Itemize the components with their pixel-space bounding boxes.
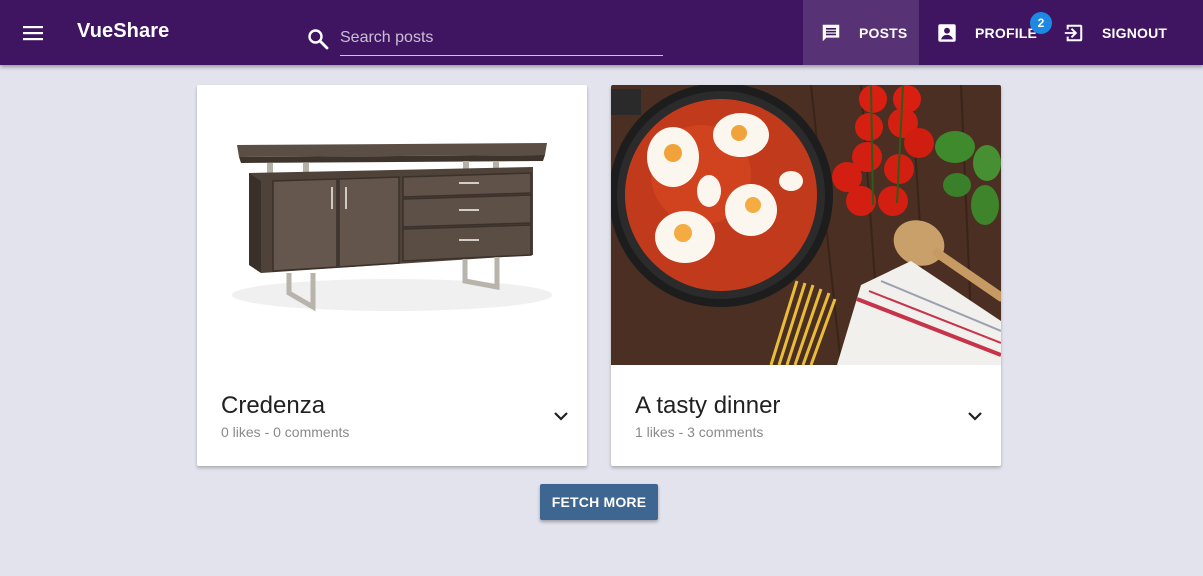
post-card[interactable]: Credenza 0 likes - 0 comments: [197, 85, 587, 466]
nav-posts-button[interactable]: POSTS: [803, 0, 919, 65]
app-toolbar: VueShare POSTS PROFILE 2 SIGNOUT: [0, 0, 1203, 65]
fetch-more-button[interactable]: FETCH MORE: [540, 484, 658, 520]
search-input[interactable]: [340, 24, 663, 56]
post-image-credenza[interactable]: [197, 85, 587, 365]
comment-icon: [819, 21, 843, 45]
post-meta: 0 likes - 0 comments: [221, 424, 350, 440]
nav-posts-label: POSTS: [859, 24, 908, 41]
hamburger-menu-icon[interactable]: [14, 14, 52, 52]
nav-signout-button[interactable]: SIGNOUT: [1062, 0, 1167, 65]
expand-more-icon[interactable]: [961, 402, 989, 430]
exit-icon: [1062, 21, 1086, 45]
nav-profile-label: PROFILE: [975, 24, 1038, 41]
post-meta: 1 likes - 3 comments: [635, 424, 764, 440]
nav-signout-label: SIGNOUT: [1102, 24, 1168, 41]
post-title[interactable]: A tasty dinner: [635, 392, 780, 420]
search-icon: [306, 27, 330, 51]
nav-profile-button[interactable]: PROFILE: [935, 0, 1037, 65]
profile-notification-badge: 2: [1030, 12, 1052, 34]
account-box-icon: [935, 21, 959, 45]
expand-more-icon[interactable]: [547, 402, 575, 430]
app-title[interactable]: VueShare: [77, 20, 169, 43]
post-title[interactable]: Credenza: [221, 392, 325, 420]
post-image-dinner[interactable]: [611, 85, 1001, 365]
post-card[interactable]: A tasty dinner 1 likes - 3 comments: [611, 85, 1001, 466]
